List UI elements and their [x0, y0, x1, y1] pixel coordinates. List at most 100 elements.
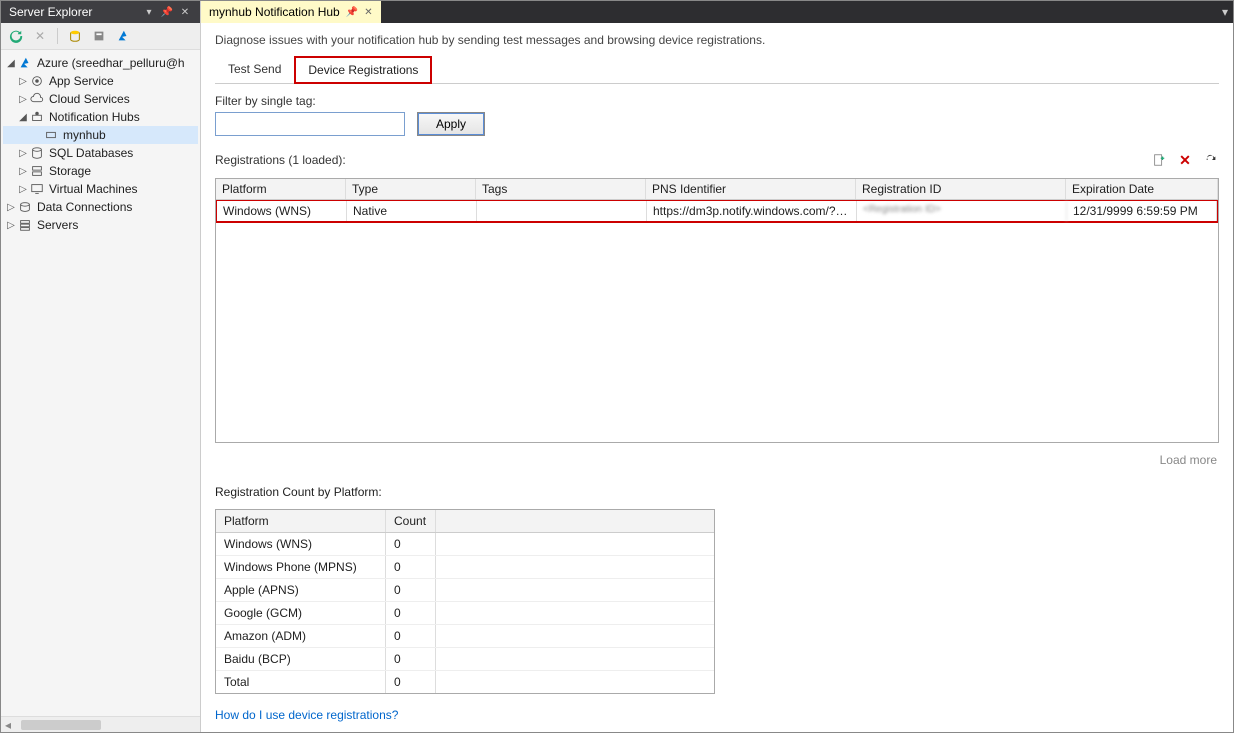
tree-node-data-connections[interactable]: ▷ Data Connections [3, 198, 198, 216]
storage-icon [29, 163, 45, 179]
tree-node-storage[interactable]: ▷ Storage [3, 162, 198, 180]
horizontal-scrollbar[interactable]: ◂ [1, 716, 200, 732]
registrations-toolbar: ✕ [1151, 152, 1219, 168]
load-more-link[interactable]: Load more [215, 453, 1219, 467]
tree-node-app-service[interactable]: ▷ App Service [3, 72, 198, 90]
expander-icon[interactable]: ◢ [17, 112, 29, 123]
tree-label: Storage [49, 164, 91, 178]
count-col-platform[interactable]: Platform [216, 510, 386, 532]
help-link[interactable]: How do I use device registrations? [215, 708, 1219, 722]
count-header-row: Platform Count [216, 510, 714, 533]
count-platform: Amazon (ADM) [216, 625, 386, 647]
col-header-platform[interactable]: Platform [216, 179, 346, 199]
panel-dropdown-icon[interactable]: ▾ [142, 5, 156, 19]
panel-close-icon[interactable]: ✕ [178, 5, 192, 19]
col-header-tags[interactable]: Tags [476, 179, 646, 199]
connect-db-icon[interactable] [66, 27, 84, 45]
expander-icon[interactable]: ▷ [5, 202, 17, 213]
count-value: 0 [386, 533, 436, 555]
tree-label: Servers [37, 218, 78, 232]
registrations-header: Registrations (1 loaded): ✕ [215, 152, 1219, 168]
tree-node-servers[interactable]: ▷ Servers [3, 216, 198, 234]
registrations-grid: Platform Type Tags PNS Identifier Regist… [215, 178, 1219, 443]
server-explorer-panel: Server Explorer ▾ 📌 ✕ ✕ ◢ [1, 1, 201, 732]
tree-node-azure[interactable]: ◢ Azure (sreedhar_pelluru@h [3, 54, 198, 72]
count-row[interactable]: Amazon (ADM)0 [216, 625, 714, 648]
expander-icon[interactable]: ▷ [5, 220, 17, 231]
tab-pin-icon[interactable]: 📌 [346, 7, 358, 18]
count-value: 0 [386, 556, 436, 578]
filter-row: Filter by single tag: Apply [215, 94, 1219, 136]
server-explorer-toolbar: ✕ [1, 23, 200, 50]
azure-logo-icon [17, 55, 33, 71]
app-service-icon [29, 73, 45, 89]
toolbar-separator [57, 28, 58, 44]
count-row[interactable]: Baidu (BCP)0 [216, 648, 714, 671]
document-tabbar: mynhub Notification Hub 📌 ✕ ▾ [201, 1, 1233, 23]
count-col-count[interactable]: Count [386, 510, 436, 532]
tabbar-fill [381, 1, 1217, 23]
count-row[interactable]: Windows (WNS)0 [216, 533, 714, 556]
vm-icon [29, 181, 45, 197]
tab-device-registrations[interactable]: Device Registrations [294, 56, 432, 84]
document-tab-mynhub[interactable]: mynhub Notification Hub 📌 ✕ [201, 1, 381, 23]
subtab-bar: Test Send Device Registrations [215, 55, 1219, 84]
tab-close-icon[interactable]: ✕ [364, 7, 372, 18]
expander-icon[interactable]: ◢ [5, 58, 17, 69]
tree-node-cloud-services[interactable]: ▷ Cloud Services [3, 90, 198, 108]
tree-node-sql-databases[interactable]: ▷ SQL Databases [3, 144, 198, 162]
expander-icon[interactable]: ▷ [17, 148, 29, 159]
count-value: 0 [386, 579, 436, 601]
tree-node-mynhub[interactable]: mynhub [3, 126, 198, 144]
col-header-expiration[interactable]: Expiration Date [1066, 179, 1218, 199]
count-value: 0 [386, 671, 436, 693]
count-platform: Baidu (BCP) [216, 648, 386, 670]
refresh-icon[interactable] [7, 27, 25, 45]
tree-label: App Service [49, 74, 114, 88]
stop-icon[interactable]: ✕ [31, 27, 49, 45]
col-header-pns[interactable]: PNS Identifier [646, 179, 856, 199]
count-col-empty [436, 510, 714, 532]
count-row[interactable]: Apple (APNS)0 [216, 579, 714, 602]
database-icon [29, 145, 45, 161]
col-header-regid[interactable]: Registration ID [856, 179, 1066, 199]
connect-server-icon[interactable] [90, 27, 108, 45]
page-description: Diagnose issues with your notification h… [215, 33, 1219, 47]
col-header-type[interactable]: Type [346, 179, 476, 199]
expander-icon[interactable]: ▷ [17, 184, 29, 195]
apply-button[interactable]: Apply [417, 112, 485, 136]
registrations-label: Registrations (1 loaded): [215, 153, 1151, 167]
add-registration-icon[interactable] [1151, 152, 1167, 168]
grid-body: Windows (WNS) Native https://dm3p.notify… [216, 200, 1218, 442]
expander-icon[interactable]: ▷ [17, 76, 29, 87]
tab-test-send[interactable]: Test Send [215, 56, 294, 84]
count-row[interactable]: Google (GCM)0 [216, 602, 714, 625]
tabbar-dropdown-icon[interactable]: ▾ [1217, 1, 1233, 23]
count-row[interactable]: Total0 [216, 671, 714, 693]
content-area: Diagnose issues with your notification h… [201, 23, 1233, 732]
scrollbar-thumb[interactable] [21, 720, 101, 730]
expander-icon[interactable]: ▷ [17, 166, 29, 177]
cell-pns: https://dm3p.notify.windows.com/?to… [647, 201, 857, 221]
tree-node-notification-hubs[interactable]: ◢ Notification Hubs [3, 108, 198, 126]
tree-label: Notification Hubs [49, 110, 140, 124]
delete-registration-icon[interactable]: ✕ [1177, 152, 1193, 168]
filter-label: Filter by single tag: [215, 94, 405, 108]
servers-icon [17, 217, 33, 233]
count-row[interactable]: Windows Phone (MPNS)0 [216, 556, 714, 579]
server-explorer-tree: ◢ Azure (sreedhar_pelluru@h ▷ App Servic… [1, 50, 200, 716]
azure-icon[interactable] [114, 27, 132, 45]
data-connection-icon [17, 199, 33, 215]
tree-label: Azure (sreedhar_pelluru@h [37, 56, 185, 70]
document-panel: mynhub Notification Hub 📌 ✕ ▾ Diagnose i… [201, 1, 1233, 732]
table-row[interactable]: Windows (WNS) Native https://dm3p.notify… [216, 200, 1218, 223]
notification-hub-icon [29, 109, 45, 125]
grid-header-row: Platform Type Tags PNS Identifier Regist… [216, 179, 1218, 200]
count-by-platform-table: Platform Count Windows (WNS)0 Windows Ph… [215, 509, 715, 694]
tree-node-virtual-machines[interactable]: ▷ Virtual Machines [3, 180, 198, 198]
panel-pin-icon[interactable]: 📌 [160, 5, 174, 19]
count-value: 0 [386, 602, 436, 624]
expander-icon[interactable]: ▷ [17, 94, 29, 105]
filter-tag-input[interactable] [215, 112, 405, 136]
refresh-registrations-icon[interactable] [1203, 152, 1219, 168]
